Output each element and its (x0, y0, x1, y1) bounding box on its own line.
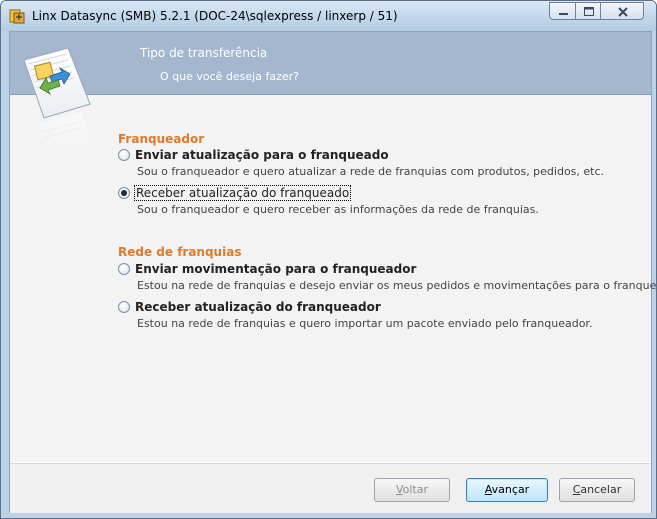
wizard-window: Linx Datasync (SMB) 5.2.1 (DOC-24\sqlexp… (0, 0, 657, 519)
page-subtitle: O que você deseja fazer? (160, 70, 299, 83)
close-icon (618, 7, 628, 17)
section-heading-rede-de-franquias: Rede de franquias (118, 245, 242, 259)
maximize-button[interactable] (575, 2, 601, 20)
minimize-button[interactable] (549, 2, 576, 20)
cancel-button-label: ancelar (580, 483, 622, 496)
option-label[interactable]: Enviar movimentação para o franqueador (135, 262, 416, 276)
radio-button-selected[interactable] (118, 187, 130, 199)
next-button-label: vançar (491, 483, 530, 496)
page-title: Tipo de transferência (140, 46, 268, 60)
back-button-accel: V (395, 483, 403, 496)
back-button-label: oltar (402, 483, 429, 496)
window-title: Linx Datasync (SMB) 5.2.1 (DOC-24\sqlexp… (32, 9, 398, 23)
close-button[interactable] (600, 2, 644, 20)
option-description: Estou na rede de franquias e quero impor… (137, 317, 593, 330)
maximize-icon (584, 7, 594, 16)
button-bar: Voltar Avançar Cancelar (10, 463, 651, 513)
option-label[interactable]: Receber atualização do franqueador (135, 300, 381, 314)
option-description: Estou na rede de franquias e desejo envi… (137, 279, 657, 292)
radio-button[interactable] (118, 149, 130, 161)
next-button-accel: A (484, 483, 492, 496)
radio-button[interactable] (118, 263, 130, 275)
back-button[interactable]: Voltar (374, 478, 450, 502)
app-icon (9, 9, 25, 24)
option-label[interactable]: Receber atualização do franqueado (133, 185, 352, 201)
next-button[interactable]: Avançar (466, 478, 548, 502)
options-panel: Franqueador Enviar atualização para o fr… (10, 95, 656, 462)
option-description: Sou o franqueador e quero receber as inf… (137, 203, 539, 216)
option-label[interactable]: Enviar atualização para o franqueado (135, 148, 389, 162)
radio-button[interactable] (118, 301, 130, 313)
title-bar[interactable]: Linx Datasync (SMB) 5.2.1 (DOC-24\sqlexp… (1, 1, 656, 31)
minimize-icon (559, 13, 568, 15)
wizard-header: Tipo de transferência O que você deseja … (10, 32, 651, 95)
wizard-client: Tipo de transferência O que você deseja … (9, 31, 656, 513)
cancel-button[interactable]: Cancelar (559, 478, 635, 502)
section-heading-franqueador: Franqueador (118, 132, 205, 146)
document-transfer-icon (23, 47, 91, 156)
option-description: Sou o franqueador e quero atualizar a re… (137, 165, 605, 178)
